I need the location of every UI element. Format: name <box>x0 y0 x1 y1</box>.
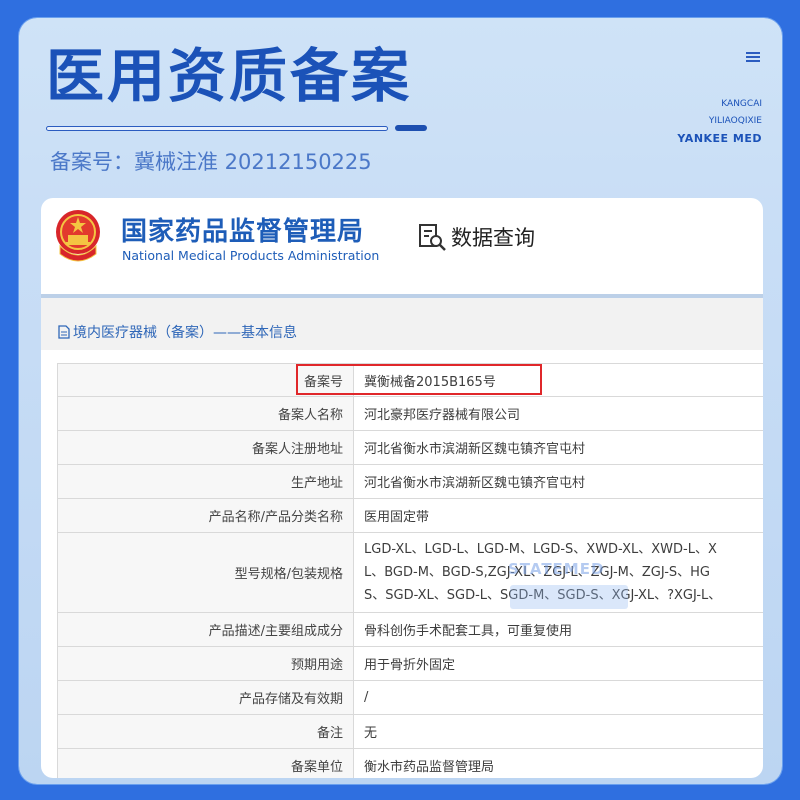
menu-icon[interactable] <box>746 52 760 64</box>
section-title-text: 境内医疗器械（备案）——基本信息 <box>73 325 297 341</box>
registration-number: 备案号：冀械注准 20212150225 <box>50 150 372 174</box>
brand-line-1: KANGCAI <box>721 99 762 109</box>
title-accent-dash <box>395 125 427 131</box>
row-label: 产品名称/产品分类名称 <box>57 498 354 533</box>
row-label: 产品描述/主要组成成分 <box>57 612 354 647</box>
table-row: 备注 无 <box>57 714 763 749</box>
table-row: 产品名称/产品分类名称 医用固定带 <box>57 498 763 533</box>
row-value: 用于骨折外固定 <box>353 646 763 681</box>
row-value: 医用固定带 <box>353 498 763 533</box>
agency-name-en: National Medical Products Administration <box>122 248 380 263</box>
row-label: 预期用途 <box>57 646 354 681</box>
table-row: 型号规格/包装规格 LGD-XL、LGD-L、LGD-M、LGD-S、XWD-X… <box>57 532 763 613</box>
table-row: 产品存储及有效期 / <box>57 680 763 715</box>
spec-line: LGD-XL、LGD-L、LGD-M、LGD-S、XWD-XL、XWD-L、X <box>364 542 717 557</box>
table-row: 备案人注册地址 河北省衡水市滨湖新区魏屯镇齐官屯村 <box>57 430 763 465</box>
table-row: 产品描述/主要组成成分 骨科创伤手术配套工具，可重复使用 <box>57 612 763 647</box>
national-emblem-icon <box>56 210 100 262</box>
brand-line-2: YILIAOQIXIE <box>708 116 762 126</box>
row-value: 河北豪邦医疗器械有限公司 <box>353 396 763 431</box>
row-label: 备注 <box>57 714 354 749</box>
row-label: 备案人注册地址 <box>57 430 354 465</box>
row-value: 骨科创伤手术配套工具，可重复使用 <box>353 612 763 647</box>
brand-text: KANGCAI YILIAOQIXIE YANKEE MED <box>677 96 762 147</box>
row-label: 备案人名称 <box>57 396 354 431</box>
row-value: 衡水市药品监督管理局 <box>353 748 763 778</box>
info-table: 备案号 冀衡械备2015B165号 备案人名称 河北豪邦医疗器械有限公司 备案人… <box>57 363 763 778</box>
section-title: 境内医疗器械（备案）——基本信息 <box>58 322 297 342</box>
row-value: 河北省衡水市滨湖新区魏屯镇齐官屯村 <box>353 464 763 499</box>
watermark-block <box>510 585 628 609</box>
table-row: 预期用途 用于骨折外固定 <box>57 646 763 681</box>
table-row: 生产地址 河北省衡水市滨湖新区魏屯镇齐官屯村 <box>57 464 763 499</box>
row-label: 备案单位 <box>57 748 354 778</box>
row-value: 无 <box>353 714 763 749</box>
row-value: 河北省衡水市滨湖新区魏屯镇齐官屯村 <box>353 430 763 465</box>
agency-name-cn: 国家药品监督管理局 <box>121 217 365 247</box>
page-title: 医用资质备案 <box>46 42 413 110</box>
data-query-link[interactable]: 数据查询 <box>417 222 535 252</box>
row-label: 产品存储及有效期 <box>57 680 354 715</box>
row-label: 型号规格/包装规格 <box>57 532 354 613</box>
highlight-box <box>296 364 542 395</box>
brand-line-3: YANKEE MED <box>677 132 762 145</box>
document-icon <box>58 325 70 339</box>
table-row: 备案人名称 河北豪邦医疗器械有限公司 <box>57 396 763 431</box>
row-value: / <box>353 680 763 715</box>
watermark-text: STATEMED <box>508 560 605 578</box>
title-underline <box>46 126 388 131</box>
nmpa-screenshot-card: 国家药品监督管理局 National Medical Products Admi… <box>41 198 763 778</box>
row-label: 生产地址 <box>57 464 354 499</box>
data-query-label: 数据查询 <box>451 226 535 250</box>
search-document-icon <box>419 224 446 251</box>
table-row: 备案单位 衡水市药品监督管理局 <box>57 748 763 778</box>
info-table-container: 备案号 冀衡械备2015B165号 备案人名称 河北豪邦医疗器械有限公司 备案人… <box>57 363 763 778</box>
